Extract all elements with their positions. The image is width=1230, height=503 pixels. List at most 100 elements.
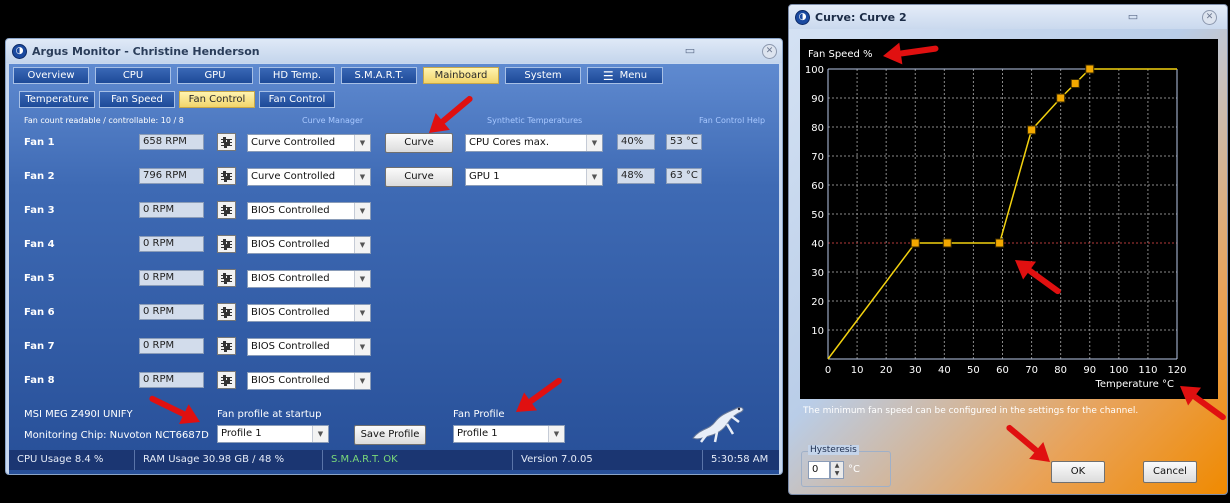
temp-source-select[interactable]: CPU Cores max. ▼ [465, 134, 603, 152]
startup-profile-select[interactable]: Profile 1 ▼ [217, 425, 329, 443]
x-tick-label: 20 [880, 365, 893, 376]
fan-temp: 53 °C [666, 134, 702, 150]
fan-percent: 48% [617, 168, 655, 184]
save-profile-button[interactable]: Save Profile [354, 425, 426, 445]
fan-curve-chart[interactable]: 0 10 20 30 40 50 60 70 80 90 100 110 120 10 20 30 40 50 60… [800, 39, 1218, 399]
select-value: Profile 1 [457, 428, 498, 439]
tab-gpu[interactable]: GPU [177, 67, 253, 84]
fan-name: Fan 7 [24, 341, 55, 352]
fan-settings-button[interactable] [217, 201, 236, 219]
fan-name: Fan 8 [24, 375, 55, 386]
select-value: GPU 1 [469, 171, 500, 182]
fan-profile-select[interactable]: Profile 1 ▼ [453, 425, 565, 443]
tab-label: System [524, 70, 562, 81]
chevron-down-icon: ▼ [354, 169, 370, 185]
x-tick-label: 70 [1025, 365, 1038, 376]
hamburger-icon: ☰ [602, 68, 614, 83]
fan-settings-button[interactable] [217, 167, 236, 185]
hysteresis-unit: °C [848, 464, 860, 475]
synthetic-temps-label[interactable]: Synthetic Temperatures [487, 116, 582, 125]
subtab-fan-speed[interactable]: Fan Speed [99, 91, 175, 108]
subtab-fan-control[interactable]: Fan Control [179, 91, 255, 108]
y-axis-label: Fan Speed % [808, 49, 873, 60]
x-tick-label: 110 [1138, 365, 1157, 376]
ram-usage-status: RAM Usage 30.98 GB / 48 % [135, 450, 323, 470]
y-tick-label: 60 [811, 181, 824, 192]
hysteresis-input[interactable]: 0 [808, 461, 830, 479]
restore-icon[interactable]: ▭ [682, 44, 698, 57]
hysteresis-stepper[interactable]: ▲ ▼ [830, 461, 844, 479]
x-tick-label: 10 [851, 365, 864, 376]
chevron-down-icon: ▼ [586, 135, 602, 151]
ok-button[interactable]: OK [1051, 461, 1105, 483]
fan-settings-button[interactable] [217, 337, 236, 355]
fan-mode-select[interactable]: BIOS Controlled ▼ [247, 304, 371, 322]
close-icon[interactable]: ✕ [1202, 10, 1217, 25]
tab-menu[interactable]: ☰ Menu [587, 67, 663, 84]
select-value: Profile 1 [221, 428, 262, 439]
fan-temp: 63 °C [666, 168, 702, 184]
curve-manager-label[interactable]: Curve Manager [302, 116, 363, 125]
fan-settings-button[interactable] [217, 269, 236, 287]
tab-label: HD Temp. [272, 70, 322, 81]
tab-overview[interactable]: Overview [13, 67, 89, 84]
y-tick-label: 10 [811, 326, 824, 337]
tab-hd-temp[interactable]: HD Temp. [259, 67, 335, 84]
x-tick-label: 0 [825, 365, 831, 376]
fan-mode-select[interactable]: BIOS Controlled ▼ [247, 372, 371, 390]
select-value: CPU Cores max. [469, 137, 550, 148]
curve-titlebar[interactable]: ◑ Curve: Curve 2 ▭ ✕ [789, 5, 1227, 29]
curve-point-marker[interactable] [942, 238, 952, 248]
tab-label: Fan Control [268, 94, 326, 105]
y-tick-label: 100 [805, 65, 824, 76]
slider-icon [221, 142, 232, 148]
fan-row: Fan 6 0 RPM BIOS Controlled ▼ [9, 303, 779, 324]
curve-window-title: Curve: Curve 2 [815, 10, 907, 24]
main-titlebar[interactable]: ◑ Argus Monitor - Christine Henderson ▭ … [6, 39, 782, 63]
select-value: BIOS Controlled [251, 273, 330, 284]
curve-point-marker[interactable] [1027, 125, 1037, 135]
select-value: BIOS Controlled [251, 205, 330, 216]
curve-button[interactable]: Curve [385, 133, 453, 153]
fan-row: Fan 7 0 RPM BIOS Controlled ▼ [9, 337, 779, 358]
fan-mode-select[interactable]: BIOS Controlled ▼ [247, 236, 371, 254]
chevron-down-icon: ▼ [548, 426, 564, 442]
fan-settings-button[interactable] [217, 235, 236, 253]
board-name: MSI MEG Z490I UNIFY [24, 409, 133, 420]
curve-point-marker[interactable] [995, 238, 1005, 248]
fan-settings-button[interactable] [217, 303, 236, 321]
fan-mode-select[interactable]: BIOS Controlled ▼ [247, 338, 371, 356]
fan-control-help-label[interactable]: Fan Control Help [699, 116, 765, 125]
tab-system[interactable]: System [505, 67, 581, 84]
fan-settings-button[interactable] [217, 133, 236, 151]
cpu-usage-status: CPU Usage 8.4 % [9, 450, 135, 470]
curve-point-marker[interactable] [1056, 93, 1066, 103]
version-status: Version 7.0.05 [513, 450, 703, 470]
fan-settings-button[interactable] [217, 371, 236, 389]
fan-mode-select[interactable]: BIOS Controlled ▼ [247, 202, 371, 220]
curve-button[interactable]: Curve [385, 167, 453, 187]
tab-label: Overview [27, 70, 75, 81]
curve-point-marker[interactable] [1070, 79, 1080, 88]
slider-icon [221, 244, 232, 250]
curve-point-marker[interactable] [1085, 64, 1095, 74]
cancel-button[interactable]: Cancel [1143, 461, 1197, 483]
tab-mainboard[interactable]: Mainboard [423, 67, 499, 84]
fan-mode-select[interactable]: Curve Controlled ▼ [247, 168, 371, 186]
chevron-down-icon: ▼ [354, 203, 370, 219]
temp-source-select[interactable]: GPU 1 ▼ [465, 168, 603, 186]
select-value: Curve Controlled [251, 171, 336, 182]
subtab-fan-control-2[interactable]: Fan Control [259, 91, 335, 108]
slider-icon [221, 312, 232, 318]
chevron-down-icon: ▼ [354, 339, 370, 355]
close-icon[interactable]: ✕ [762, 44, 777, 59]
fan-rpm: 0 RPM [139, 338, 204, 354]
restore-icon[interactable]: ▭ [1125, 10, 1141, 23]
curve-point-marker[interactable] [910, 238, 920, 248]
fan-mode-select[interactable]: BIOS Controlled ▼ [247, 270, 371, 288]
y-tick-label: 80 [811, 123, 824, 134]
fan-mode-select[interactable]: Curve Controlled ▼ [247, 134, 371, 152]
tab-smart[interactable]: S.M.A.R.T. [341, 67, 417, 84]
subtab-temperature[interactable]: Temperature [19, 91, 95, 108]
tab-cpu[interactable]: CPU [95, 67, 171, 84]
